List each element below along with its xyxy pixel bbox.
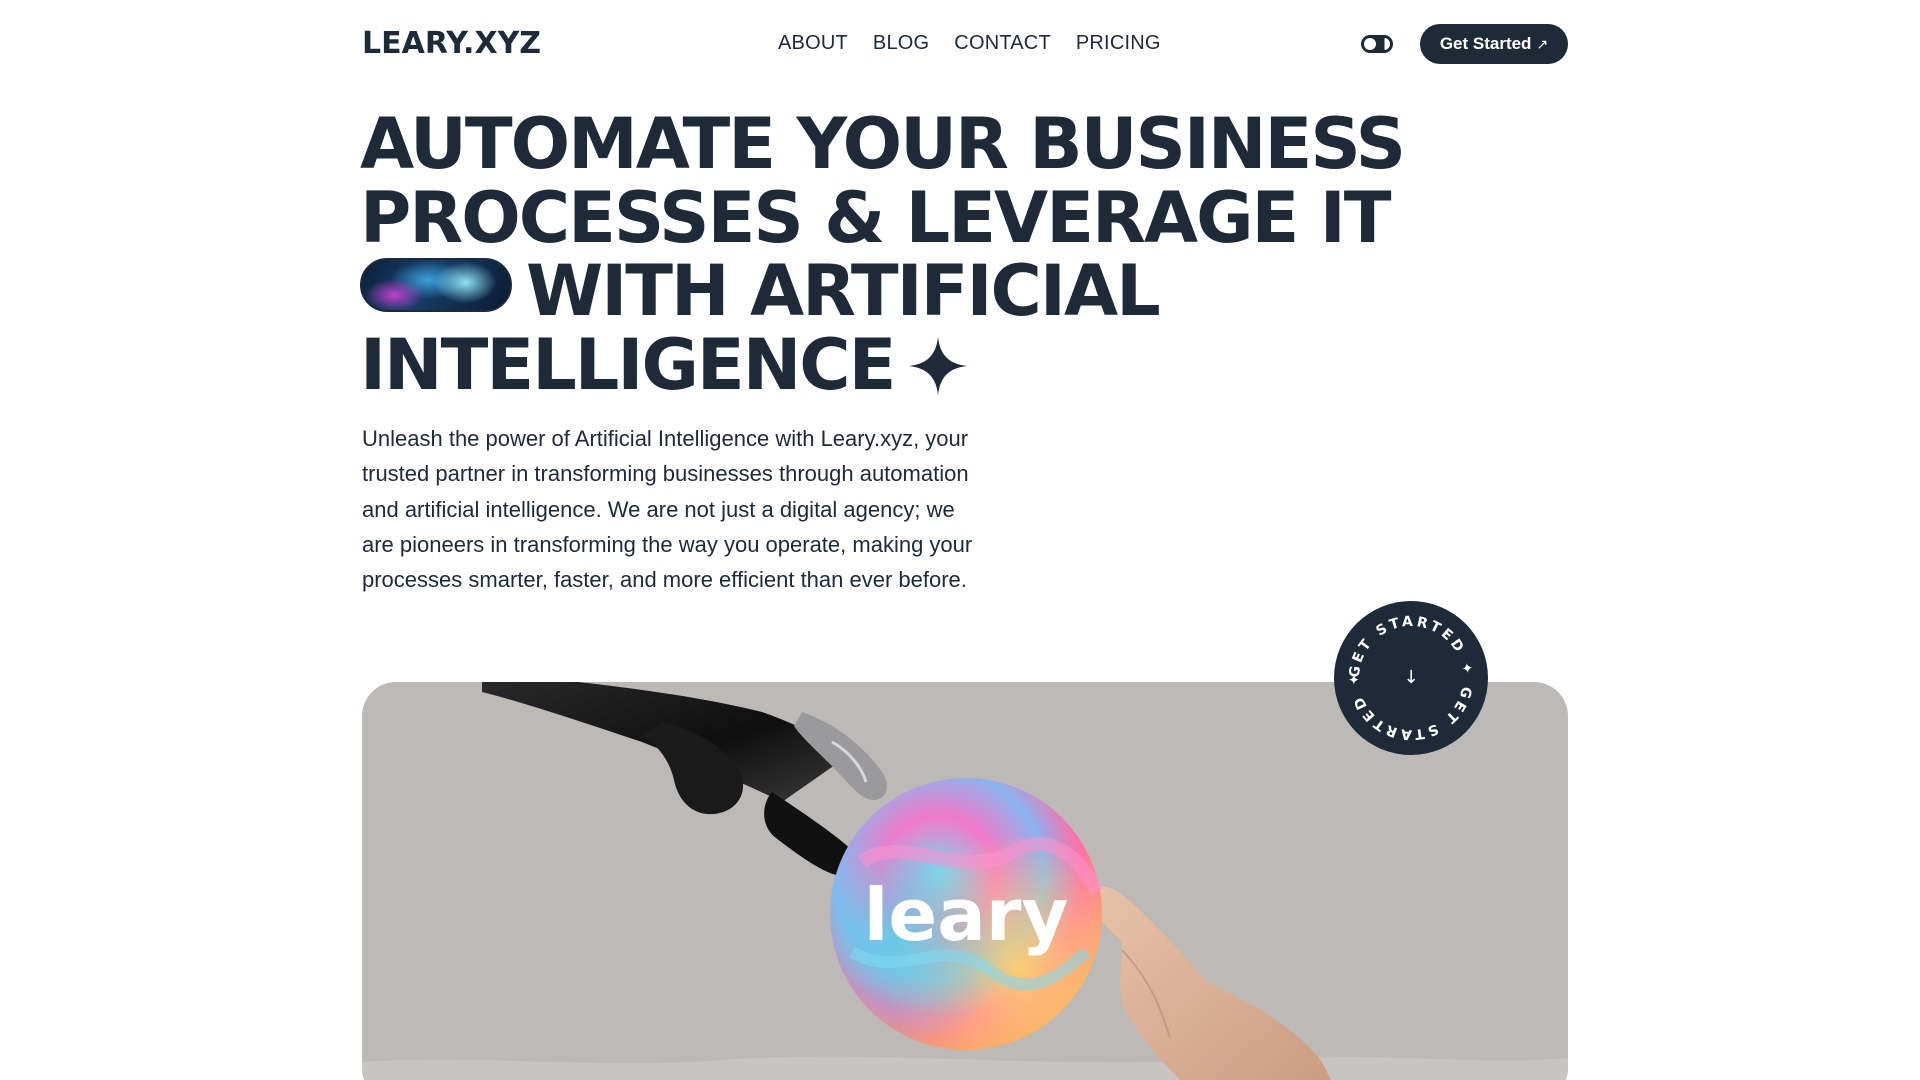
hero-title: AUTOMATE YOUR BUSINESS PROCESSES & LEVER…: [360, 103, 1406, 403]
page: LEARY.XYZ ABOUT BLOG CONTACT PRICING Get…: [0, 0, 1920, 1080]
hero-title-line-1: AUTOMATE YOUR BUSINESS: [360, 103, 1406, 185]
get-started-button[interactable]: Get Started ↗: [1420, 24, 1568, 64]
hero-title-line-3: WITH ARTIFICIAL: [360, 254, 1404, 329]
arrow-down-icon: ↓: [1403, 667, 1419, 688]
get-started-label: Get Started: [1439, 34, 1532, 53]
hero-title-line-2: PROCESSES & LEVERAGE IT: [360, 176, 1392, 259]
logo[interactable]: LEARY.XYZ: [362, 26, 541, 62]
main-nav: ABOUT BLOG CONTACT PRICING: [778, 28, 1161, 58]
toggle-knob: [1364, 38, 1376, 50]
theme-toggle-icon[interactable]: [1361, 35, 1393, 53]
leary-orb-text: leary: [864, 873, 1069, 957]
nav-blog[interactable]: BLOG: [873, 28, 929, 58]
arrow-up-right-icon: ↗: [1536, 35, 1549, 52]
get-started-badge[interactable]: GET STARTED ✦ GET STARTED ✦ ↓: [1334, 601, 1488, 755]
sparkle-icon: [908, 336, 967, 395]
nav-pricing[interactable]: PRICING: [1076, 28, 1161, 58]
hero-image-pill: [360, 258, 512, 312]
nav-about[interactable]: ABOUT: [778, 28, 848, 58]
hero-title-line-3-text: WITH ARTIFICIAL: [526, 250, 1161, 332]
toggle-moon: [1384, 38, 1390, 50]
hero-title-line-4-text: INTELLIGENCE: [360, 323, 896, 406]
nav-contact[interactable]: CONTACT: [954, 28, 1051, 58]
hero-title-line-4: INTELLIGENCE: [360, 328, 1404, 403]
hero-description: Unleash the power of Artificial Intellig…: [362, 426, 973, 593]
